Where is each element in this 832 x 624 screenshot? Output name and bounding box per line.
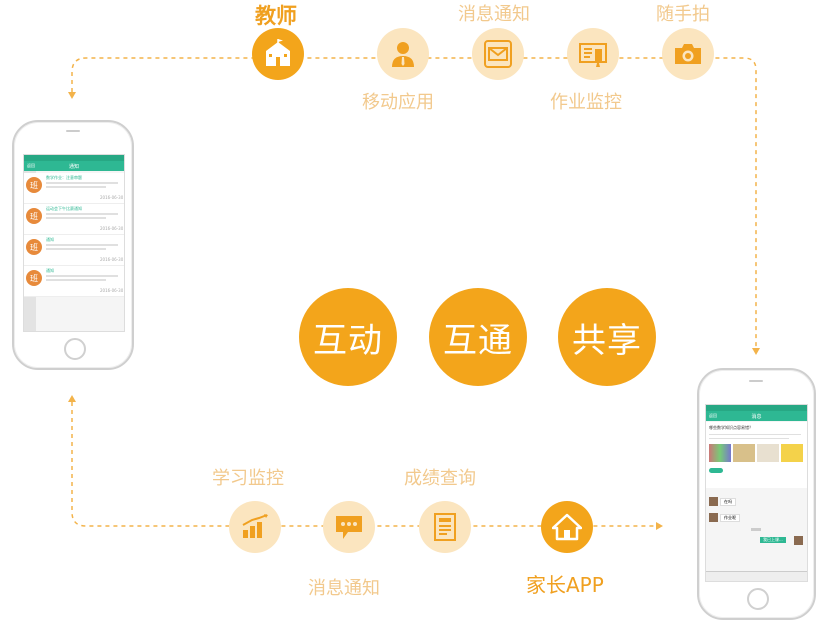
person-icon	[392, 42, 414, 67]
chat-bubble: 作业呢	[720, 514, 740, 522]
parent-app-node	[541, 501, 593, 553]
post-image	[733, 444, 755, 462]
center-word-connect: 互通	[429, 288, 527, 386]
post-image	[709, 444, 731, 462]
post-image	[757, 444, 779, 462]
chat-time	[751, 528, 761, 531]
notice-text-line	[46, 279, 106, 281]
post-question: 哪些数学知识点容易错？	[709, 425, 753, 430]
notice-title: 通知	[46, 237, 54, 242]
phone-header: 返回 消息	[706, 411, 807, 421]
bar-chart-icon	[242, 514, 268, 538]
avatar	[709, 497, 718, 506]
phone-header-title: 通知	[68, 163, 79, 170]
teacher-feature-mobile	[377, 28, 429, 80]
chat-input-bar[interactable]	[706, 571, 807, 581]
teacher-phone: 返回 通知 班 数学作业：注意审题 2016-06-30 班 运动会下午比赛通知…	[12, 120, 134, 370]
notice-list: 班 数学作业：注意审题 2016-06-30 班 运动会下午比赛通知 2016-…	[24, 173, 124, 297]
parent-feature-grades	[419, 501, 471, 553]
teacher-phone-screen: 返回 通知 班 数学作业：注意审题 2016-06-30 班 运动会下午比赛通知…	[23, 154, 125, 332]
camera-icon	[675, 44, 701, 64]
notice-title: 数学作业：注意审题	[46, 175, 82, 180]
parent-feature-label-3: 成绩查询	[404, 468, 476, 489]
parent-feature-study	[229, 501, 281, 553]
teacher-feature-label-1: 移动应用	[362, 92, 434, 113]
center-word-interact: 互动	[299, 288, 397, 386]
notice-item[interactable]: 班 运动会下午比赛通知 2016-06-30	[24, 204, 124, 235]
notice-text-line	[46, 244, 118, 246]
report-icon	[434, 513, 456, 541]
notice-title: 运动会下午比赛通知	[46, 206, 82, 211]
teacher-feature-label-4: 随手拍	[656, 4, 710, 25]
parent-title: 家长APP	[526, 573, 604, 597]
center-word-share: 共享	[558, 288, 656, 386]
teacher-feature-camera	[662, 28, 714, 80]
phone-speaker	[749, 380, 763, 382]
notice-item[interactable]: 班 数学作业：注意审题 2016-06-30	[24, 173, 124, 204]
home-icon	[552, 513, 582, 541]
back-button[interactable]: 返回	[27, 163, 35, 169]
notice-time: 2016-06-30	[100, 257, 124, 262]
post-card: 哪些数学知识点容易错？	[706, 422, 807, 488]
home-button[interactable]	[64, 338, 86, 360]
notice-text-line	[46, 186, 106, 188]
teacher-feature-homework	[567, 28, 619, 80]
notice-item[interactable]: 班 通知 2016-06-30	[24, 266, 124, 297]
parent-feature-label-1: 学习监控	[212, 468, 284, 489]
class-badge: 班	[26, 239, 42, 255]
homework-icon	[579, 43, 607, 67]
notice-text-line	[46, 182, 118, 184]
mail-icon	[484, 40, 512, 68]
notice-text-line	[46, 217, 106, 219]
parent-feature-label-2: 消息通知	[308, 578, 380, 599]
teacher-feature-label-2: 消息通知	[458, 4, 530, 25]
notice-text-line	[46, 275, 118, 277]
parent-feature-message	[323, 501, 375, 553]
avatar	[794, 536, 803, 545]
post-image	[781, 444, 803, 462]
post-images	[709, 444, 803, 462]
notice-text-line	[46, 248, 106, 250]
phone-header-title: 消息	[751, 413, 762, 420]
class-badge: 班	[26, 208, 42, 224]
school-icon	[266, 39, 290, 66]
notice-text-line	[46, 213, 118, 215]
teacher-school-node	[252, 28, 304, 80]
teacher-feature-label-3: 作业监控	[550, 92, 622, 113]
notice-time: 2016-06-30	[100, 226, 124, 231]
parent-phone: 返回 消息 哪些数学知识点容易错？ 在吗 作业呢 我已上课...	[697, 368, 816, 620]
post-text-line	[709, 434, 801, 435]
teacher-title: 教师	[255, 4, 297, 28]
chat-bubble: 在吗	[720, 498, 736, 506]
like-button[interactable]	[709, 468, 723, 473]
teacher-feature-message	[472, 28, 524, 80]
class-badge: 班	[26, 270, 42, 286]
notice-time: 2016-06-30	[100, 195, 124, 200]
notice-item[interactable]: 班 通知 2016-06-30	[24, 235, 124, 266]
back-button[interactable]: 返回	[709, 413, 717, 419]
chat-bubble: 我已上课...	[760, 537, 786, 543]
chat-bubble-icon	[336, 516, 362, 539]
parent-phone-screen: 返回 消息 哪些数学知识点容易错？ 在吗 作业呢 我已上课...	[705, 404, 808, 582]
class-badge: 班	[26, 177, 42, 193]
post-text-line	[709, 438, 789, 439]
phone-speaker	[66, 130, 80, 132]
phone-header: 返回 通知	[24, 161, 124, 171]
notice-title: 通知	[46, 268, 54, 273]
notice-time: 2016-06-30	[100, 288, 124, 293]
avatar	[709, 513, 718, 522]
home-button[interactable]	[747, 588, 769, 610]
